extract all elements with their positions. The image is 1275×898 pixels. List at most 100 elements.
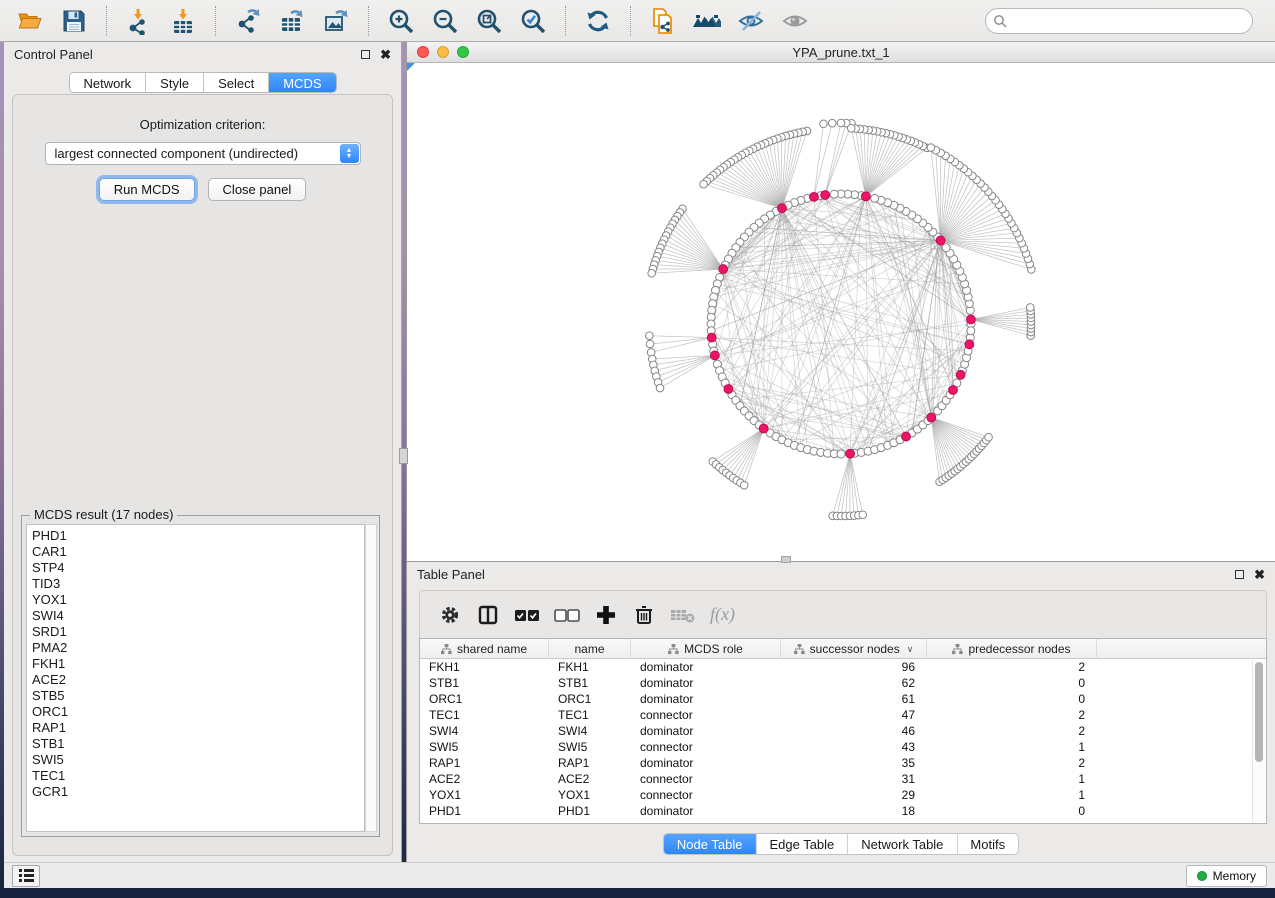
column-header-successor-nodes[interactable]: successor nodes∨ xyxy=(781,639,927,659)
vertical-splitter-handle[interactable] xyxy=(399,448,408,464)
table-cell: FKH1 xyxy=(420,660,549,674)
float-table-panel-icon[interactable] xyxy=(1235,570,1244,579)
table-row[interactable]: SWI4SWI4dominator462 xyxy=(420,723,1266,739)
zoom-out-icon[interactable] xyxy=(425,4,465,38)
focus-corner-marker xyxy=(407,63,415,71)
export-network-icon[interactable] xyxy=(228,4,268,38)
first-neighbors-icon[interactable] xyxy=(687,4,727,38)
table-cell: 43 xyxy=(781,740,927,754)
table-row[interactable]: TEC1TEC1connector472 xyxy=(420,707,1266,723)
mcds-result-item[interactable]: GCR1 xyxy=(32,784,364,800)
float-panel-icon[interactable] xyxy=(361,50,370,59)
refresh-layout-icon[interactable] xyxy=(578,4,618,38)
table-cell: 2 xyxy=(927,756,1097,770)
deselect-all-checkboxes-icon[interactable] xyxy=(554,602,580,628)
table-cell: YOX1 xyxy=(420,788,549,802)
table-row[interactable]: ORC1ORC1dominator610 xyxy=(420,691,1266,707)
export-table-icon[interactable] xyxy=(272,4,312,38)
mcds-result-item[interactable]: STB5 xyxy=(32,688,364,704)
horizontal-splitter-handle[interactable] xyxy=(781,556,791,563)
zoom-selected-icon[interactable] xyxy=(513,4,553,38)
table-cell: 1 xyxy=(927,772,1097,786)
function-builder-icon: f(x) xyxy=(710,602,735,628)
mcds-result-item[interactable]: SRD1 xyxy=(32,624,364,640)
main-toolbar xyxy=(0,0,1275,42)
mcds-result-item[interactable]: RAP1 xyxy=(32,720,364,736)
table-row[interactable]: ACE2ACE2connector311 xyxy=(420,771,1266,787)
export-image-icon[interactable] xyxy=(316,4,356,38)
memory-button[interactable]: Memory xyxy=(1186,865,1267,887)
tab-mcds[interactable]: MCDS xyxy=(269,73,335,92)
control-panel-tabs: NetworkStyleSelectMCDS xyxy=(68,72,336,93)
table-row[interactable]: STB1STB1dominator620 xyxy=(420,675,1266,691)
table-row[interactable]: RAP1RAP1dominator352 xyxy=(420,755,1266,771)
mcds-result-item[interactable]: SWI5 xyxy=(32,752,364,768)
column-header-predecessor-nodes[interactable]: predecessor nodes xyxy=(927,639,1097,659)
table-scrollbar-thumb[interactable] xyxy=(1255,662,1263,762)
column-header-MCDS-role[interactable]: MCDS role xyxy=(631,639,781,659)
import-table-icon[interactable] xyxy=(163,4,203,38)
hide-selected-icon[interactable] xyxy=(731,4,771,38)
search-input[interactable] xyxy=(985,8,1253,34)
network-canvas[interactable] xyxy=(407,63,1275,560)
mcds-result-item[interactable]: STP4 xyxy=(32,560,364,576)
close-table-panel-icon[interactable]: ✖ xyxy=(1254,570,1265,579)
table-cell: RAP1 xyxy=(420,756,549,770)
open-session-icon[interactable] xyxy=(10,4,50,38)
tab-motifs[interactable]: Motifs xyxy=(957,834,1018,854)
settings-gear-icon[interactable] xyxy=(438,602,462,628)
table-toolbar: f(x) xyxy=(419,590,1267,638)
table-cell: connector xyxy=(631,708,781,722)
select-all-checkboxes-icon[interactable] xyxy=(514,602,540,628)
close-panel-button[interactable]: Close panel xyxy=(208,178,307,201)
mcds-result-item[interactable]: SWI4 xyxy=(32,608,364,624)
clone-network-icon[interactable] xyxy=(643,4,683,38)
mcds-result-item[interactable]: TID3 xyxy=(32,576,364,592)
close-panel-icon[interactable]: ✖ xyxy=(380,50,391,59)
mcds-result-item[interactable]: PHD1 xyxy=(32,528,364,544)
mcds-result-scrollbar[interactable] xyxy=(365,524,377,832)
mcds-result-item[interactable]: STB1 xyxy=(32,736,364,752)
optimization-criterion-select[interactable]: largest connected component (undirected)… xyxy=(45,142,361,165)
table-row[interactable]: SWI5SWI5connector431 xyxy=(420,739,1266,755)
mcds-result-item[interactable]: PMA2 xyxy=(32,640,364,656)
table-cell: PHD1 xyxy=(549,804,631,818)
tab-network-table[interactable]: Network Table xyxy=(848,834,957,854)
mcds-result-group: MCDS result (17 nodes) PHD1CAR1STP4TID3Y… xyxy=(21,515,380,837)
tab-node-table[interactable]: Node Table xyxy=(664,834,757,854)
node-table-body: FKH1FKH1dominator962STB1STB1dominator620… xyxy=(420,659,1266,819)
control-panel-title: Control Panel xyxy=(14,47,93,62)
import-network-icon[interactable] xyxy=(119,4,159,38)
table-cell: STB1 xyxy=(420,676,549,690)
mcds-result-item[interactable]: TEC1 xyxy=(32,768,364,784)
mcds-result-item[interactable]: ORC1 xyxy=(32,704,364,720)
table-row[interactable]: YOX1YOX1connector291 xyxy=(420,787,1266,803)
table-row[interactable]: FKH1FKH1dominator962 xyxy=(420,659,1266,675)
mcds-result-item[interactable]: YOX1 xyxy=(32,592,364,608)
run-mcds-button[interactable]: Run MCDS xyxy=(99,178,195,201)
mcds-result-item[interactable]: CAR1 xyxy=(32,544,364,560)
zoom-fit-icon[interactable] xyxy=(469,4,509,38)
column-header-name[interactable]: name xyxy=(549,639,631,659)
table-cell: dominator xyxy=(631,692,781,706)
tab-select[interactable]: Select xyxy=(204,73,269,92)
tab-edge-table[interactable]: Edge Table xyxy=(756,834,848,854)
add-row-icon[interactable] xyxy=(594,602,618,628)
tab-style[interactable]: Style xyxy=(146,73,204,92)
table-cell: 2 xyxy=(927,724,1097,738)
save-session-icon[interactable] xyxy=(54,4,94,38)
column-header-shared-name[interactable]: shared name xyxy=(420,639,549,659)
zoom-in-icon[interactable] xyxy=(381,4,421,38)
delete-row-icon[interactable] xyxy=(632,602,656,628)
table-row[interactable]: PHD1PHD1dominator180 xyxy=(420,803,1266,819)
network-window-titlebar[interactable]: YPA_prune.txt_1 xyxy=(407,42,1275,63)
table-scrollbar[interactable] xyxy=(1252,660,1265,822)
search-icon xyxy=(993,14,1007,28)
show-columns-icon[interactable] xyxy=(476,602,500,628)
mcds-result-item[interactable]: ACE2 xyxy=(32,672,364,688)
show-all-icon[interactable] xyxy=(775,4,815,38)
task-history-button[interactable] xyxy=(12,865,40,887)
tab-network[interactable]: Network xyxy=(69,73,146,92)
mcds-result-item[interactable]: FKH1 xyxy=(32,656,364,672)
table-cell: 47 xyxy=(781,708,927,722)
